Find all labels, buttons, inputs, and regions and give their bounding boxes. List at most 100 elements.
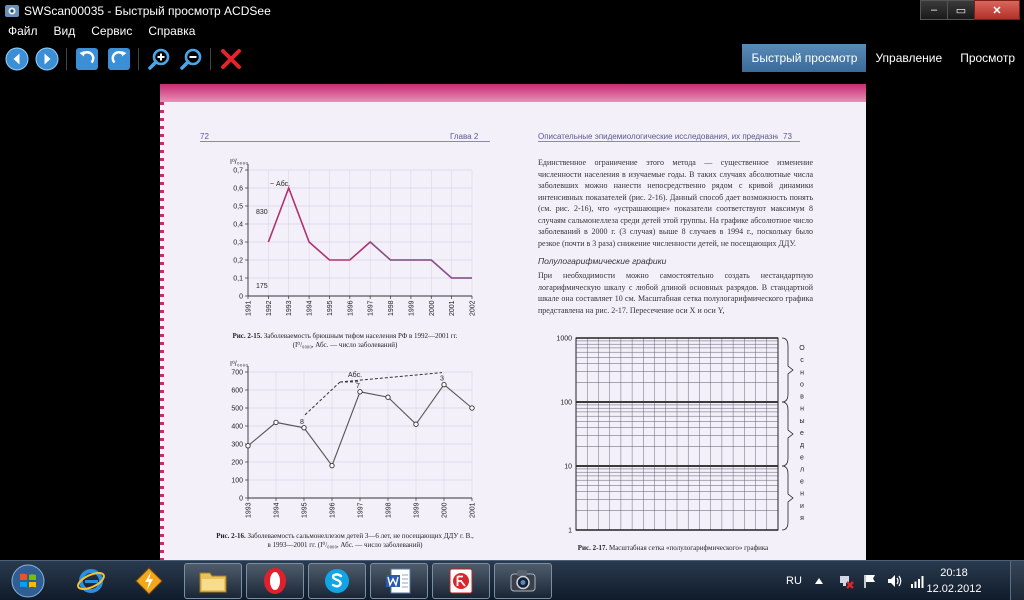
taskbar-explorer[interactable] [184, 563, 242, 599]
x-tick-label: 1997 [368, 300, 375, 316]
taskbar-acdsee[interactable] [494, 563, 552, 599]
y-axis-label: I⁰/₀₀₀₀ [230, 360, 248, 368]
windows-logo-icon [11, 564, 45, 598]
taskbar-word[interactable] [370, 563, 428, 599]
side-label-letter: л [800, 466, 804, 473]
zoom-in-button[interactable] [146, 46, 172, 72]
taskbar-internet-explorer[interactable] [62, 563, 120, 599]
x-tick-label: 1994 [274, 502, 281, 518]
acdsee-icon [510, 570, 536, 592]
flag-notification-icon[interactable] [862, 573, 878, 589]
minimize-button[interactable]: – [920, 0, 948, 20]
annotation-arrow [303, 381, 341, 417]
side-label-letter: и [800, 503, 804, 510]
x-tick-label: 1995 [327, 300, 334, 316]
y-tick-label: 0 [239, 294, 243, 301]
language-indicator[interactable]: RU [786, 561, 802, 600]
network-icon[interactable] [838, 573, 854, 589]
taskbar-foxit-reader[interactable] [432, 563, 490, 599]
show-desktop-button[interactable] [1010, 561, 1024, 600]
x-tick-label: 1998 [386, 502, 393, 518]
x-tick-label: 1999 [414, 502, 421, 518]
tab-view[interactable]: Просмотр [951, 44, 1024, 72]
y-tick-label: 200 [231, 460, 243, 467]
y-tick-label: 100 [231, 478, 243, 485]
menu-view[interactable]: Вид [46, 22, 84, 40]
tab-manage[interactable]: Управление [866, 44, 951, 72]
x-tick-label: 1998 [388, 300, 395, 316]
close-button[interactable]: ✕ [974, 0, 1020, 20]
delete-button[interactable] [218, 46, 244, 72]
x-tick-label: 1996 [330, 502, 337, 518]
x-tick-label: 1996 [347, 300, 354, 316]
clock-date: 12.02.2012 [926, 583, 982, 595]
scan-top-edge [160, 84, 866, 102]
y-tick-label: 0,6 [233, 186, 243, 193]
menu-bar: Файл Вид Сервис Справка [0, 22, 1024, 40]
zoom-out-button[interactable] [178, 46, 204, 72]
menu-file[interactable]: Файл [0, 22, 46, 40]
y-axis-label: I⁰/₀₀₀₀ [230, 158, 248, 166]
x-tick-label: 1995 [302, 502, 309, 518]
x-tick-label: 1991 [246, 300, 253, 316]
section-subheading: Полулогарифмические графики [538, 256, 667, 266]
taskbar-opera[interactable] [246, 563, 304, 599]
side-label-letter: с [800, 357, 804, 364]
start-button[interactable] [4, 563, 52, 599]
window-controls: – ▭ ✕ [920, 0, 1020, 20]
y-tick-label: 400 [231, 424, 243, 431]
data-point [329, 462, 335, 469]
show-hidden-icons-arrow-icon[interactable] [814, 575, 824, 587]
figure-2-15-caption: Рис. 2-15. Заболеваемость брюшным тифом … [200, 332, 490, 350]
figure-2-17-number: Рис. 2-17. [577, 544, 608, 552]
acdsee-window: SWScan00035 - Быстрый просмотр ACDSee – … [0, 0, 1024, 600]
rotate-left-button[interactable] [74, 46, 100, 72]
title-bar: SWScan00035 - Быстрый просмотр ACDSee – … [0, 0, 1024, 22]
forward-arrow-icon [35, 47, 59, 71]
x-tick-label: 2001 [449, 300, 456, 316]
y-tick-label: 600 [231, 388, 243, 395]
toolbar-separator [210, 48, 211, 70]
side-label-letter: е [800, 454, 804, 461]
figure-2-16-caption-line2: в 1993—2001 гг. (I⁰/₀₀₀₀, Абс. — число з… [267, 541, 423, 549]
menu-service[interactable]: Сервис [83, 22, 140, 40]
legend-label: ~ Абс. [270, 180, 290, 188]
y-tick-label: 0,2 [233, 258, 243, 265]
internet-explorer-icon [77, 569, 105, 593]
y-tick-label: 0,4 [233, 222, 243, 229]
volume-icon[interactable] [886, 573, 902, 589]
x-tick-label: 1997 [358, 502, 365, 518]
point-label: 7 [356, 383, 360, 390]
side-label-letter: я [800, 515, 804, 522]
forward-button[interactable] [34, 46, 60, 72]
data-point [469, 405, 475, 411]
tab-quick-view[interactable]: Быстрый просмотр [742, 44, 867, 72]
y-tick-label: 0,1 [233, 276, 243, 283]
x-tick-label: 1999 [408, 300, 415, 316]
side-label-letter: О [799, 345, 805, 352]
scanned-image: 72 Глава 2 Описательные эпидемиологическ… [160, 84, 866, 560]
side-label-letter: о [800, 381, 804, 388]
toolbar-separator [66, 48, 67, 70]
maximize-button[interactable]: ▭ [947, 0, 975, 20]
side-label-letter: ы [799, 418, 804, 425]
y-tick-label: 0,7 [233, 168, 243, 175]
point-label: 3 [440, 376, 444, 383]
y-tick-label: 0 [239, 496, 243, 503]
image-viewer[interactable]: 72 Глава 2 Описательные эпидемиологическ… [0, 76, 1024, 560]
menu-help[interactable]: Справка [140, 22, 203, 40]
side-label-letter: н [800, 406, 804, 413]
window-title: SWScan00035 - Быстрый просмотр ACDSee [24, 4, 271, 18]
figure-2-17-caption: Рис. 2-17. Масштабная сетка «полулогариф… [538, 544, 808, 553]
taskbar-skype[interactable] [308, 563, 366, 599]
system-clock[interactable]: 20:18 12.02.2012 [922, 565, 986, 597]
back-button[interactable] [4, 46, 30, 72]
x-tick-label: 2001 [470, 502, 477, 518]
figure-2-15-number: Рис. 2-15. [232, 332, 262, 340]
taskbar-winamp[interactable] [120, 563, 178, 599]
figure-2-17-chart: 1101001000Основныеделения [556, 336, 805, 535]
rotate-right-button[interactable] [106, 46, 132, 72]
x-tick-label: 1992 [266, 300, 273, 316]
right-page-number: 73 [783, 132, 792, 141]
side-label-letter: в [800, 394, 804, 401]
